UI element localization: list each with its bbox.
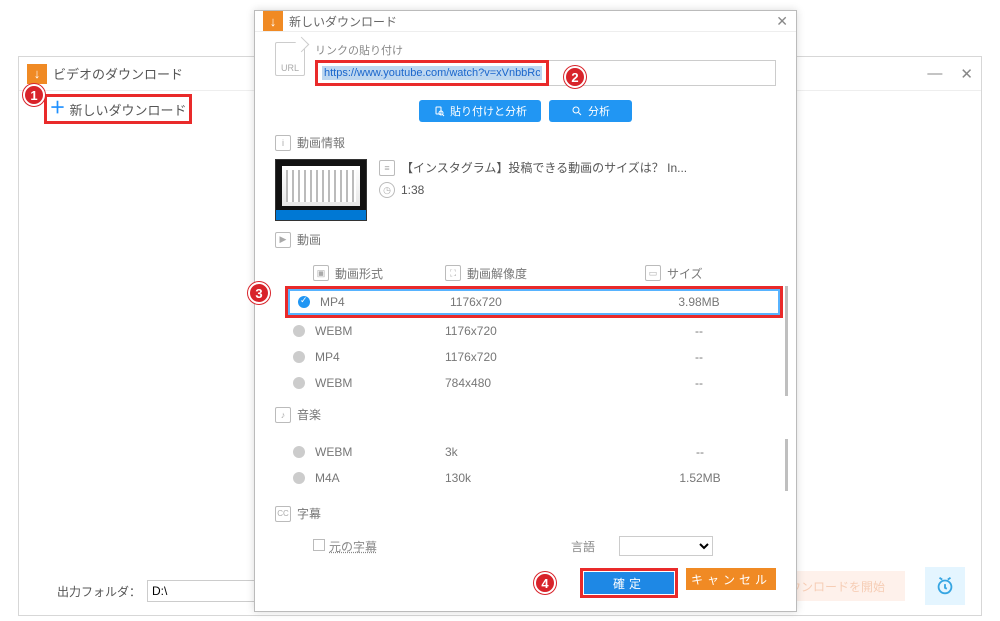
dialog-close-icon[interactable]: ✕ [776,13,788,30]
audio-section-heading: ♪ 音楽 [275,406,776,423]
url-label: リンクの貼り付け [315,42,776,58]
video-duration: 1:38 [401,183,424,197]
analyze-button[interactable]: 分析 [549,100,632,122]
plus-icon: ＋ [49,101,65,117]
subtitle-section-heading: CC 字幕 [275,505,776,522]
output-folder-row: 出力フォルダ： [57,580,265,602]
cancel-button[interactable]: キャンセル [686,568,776,590]
audio-row[interactable]: M4A 130k 1.52MB [285,465,785,491]
app-logo-icon: ↓ [263,11,283,31]
dialog-footer: 確定 キャンセル [255,556,796,612]
audio-row[interactable]: WEBM 3k -- [285,439,785,465]
new-download-dialog: ↓ 新しいダウンロード ✕ URL リンクの貼り付け 貼り付けと分析 [254,10,797,612]
video-row[interactable]: WEBM 784x480 -- [285,370,783,396]
video-info-heading: i 動画情報 [275,134,776,151]
doc-icon: ≡ [379,160,395,176]
minimize-icon[interactable]: — [927,65,942,83]
size-icon: ▭ [645,265,661,281]
row-radio[interactable] [293,446,305,458]
annotation-badge-4: 4 [534,572,556,594]
row-radio[interactable] [293,325,305,337]
app-logo-icon: ↓ [27,64,47,84]
language-label: 言語 [571,538,595,555]
video-table-header: ▣動画形式 ⛶動画解像度 ▭サイズ [285,260,788,286]
info-icon: i [275,135,291,151]
url-input-highlight [315,60,549,86]
video-row[interactable]: MP4 1176x720 -- [285,344,783,370]
row-radio[interactable] [293,472,305,484]
analyze-label: 分析 [588,103,610,119]
url-file-icon: URL [275,42,305,76]
url-row: URL リンクの貼り付け [275,42,776,86]
close-icon[interactable]: ✕ [960,65,973,83]
paste-analyze-label: 貼り付けと分析 [450,103,527,119]
new-download-label: 新しいダウンロード [70,100,187,119]
music-icon: ♪ [275,407,291,423]
clock-icon: ◷ [379,182,395,198]
new-download-button[interactable]: ＋ 新しいダウンロード [49,100,186,119]
confirm-button-highlight: 確定 [580,568,678,598]
video-section-heading: ▶ 動画 [275,231,776,248]
confirm-button[interactable]: 確定 [584,572,674,594]
row-radio[interactable] [293,351,305,363]
scheduler-button[interactable] [925,567,965,605]
video-title: 【インスタグラム】投稿できる動画のサイズは？ In... [401,159,687,176]
video-icon: ▶ [275,232,291,248]
url-input[interactable] [322,66,542,80]
resolution-icon: ⛶ [445,265,461,281]
language-select[interactable] [619,536,713,556]
video-row[interactable]: MP4 1176x720 3.98MB [288,289,780,315]
paste-analyze-button[interactable]: 貼り付けと分析 [419,100,541,122]
cc-icon: CC [275,506,291,522]
new-download-highlight: ＋ 新しいダウンロード [44,94,192,124]
video-row[interactable]: WEBM 1176x720 -- [285,318,783,344]
format-icon: ▣ [313,265,329,281]
annotation-badge-3: 3 [248,282,270,304]
dialog-title: 新しいダウンロード [289,13,776,30]
row-radio[interactable] [298,296,310,308]
dialog-titlebar: ↓ 新しいダウンロード ✕ [255,11,796,32]
original-subtitle-checkbox[interactable]: 元の字幕 [313,538,377,555]
row-radio[interactable] [293,377,305,389]
output-folder-label: 出力フォルダ： [57,583,141,600]
annotation-badge-1: 1 [23,84,45,106]
annotation-badge-2: 2 [564,66,586,88]
output-folder-input[interactable] [147,580,265,602]
video-thumbnail [275,159,367,221]
video-info-row: ≡ 【インスタグラム】投稿できる動画のサイズは？ In... ◷ 1:38 [275,159,776,221]
selected-row-highlight: MP4 1176x720 3.98MB [285,286,783,318]
